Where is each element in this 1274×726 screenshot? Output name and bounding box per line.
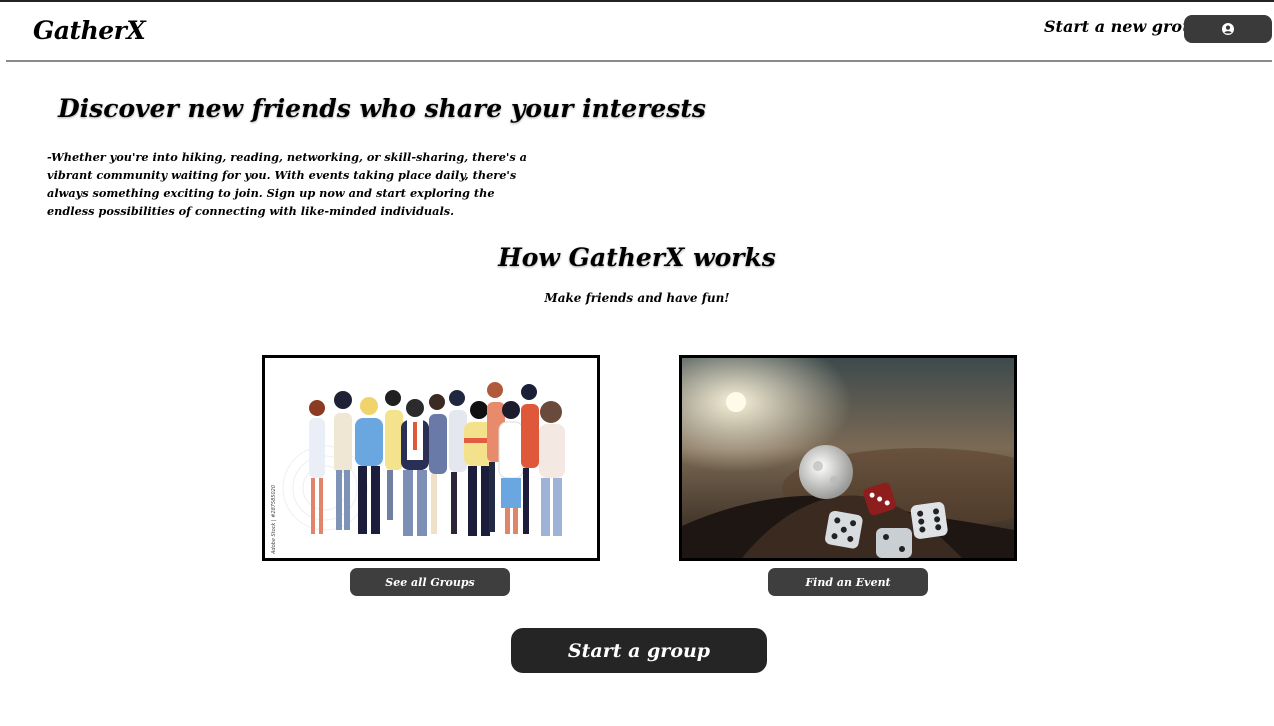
groups-image-watermark: Adobe Stock | #287585020: [271, 485, 277, 555]
events-image: [679, 355, 1017, 561]
start-a-group-button[interactable]: Start a group: [511, 628, 767, 673]
top-navbar: GatherX Start a new group: [0, 2, 1274, 60]
hero-description: -Whether you're into hiking, reading, ne…: [47, 150, 527, 218]
moon-and-dice-photo: [682, 358, 1014, 558]
header-divider: [6, 60, 1272, 62]
how-it-works-subtitle: Make friends and have fun!: [544, 291, 730, 305]
people-group-illustration: Adobe Stock | #287585020: [265, 358, 597, 558]
see-all-groups-button[interactable]: See all Groups: [350, 568, 510, 596]
start-new-group-link[interactable]: Start a new group: [1044, 17, 1205, 36]
profile-button[interactable]: [1184, 15, 1272, 43]
how-it-works-title: How GatherX works: [498, 243, 776, 272]
groups-image: Adobe Stock | #287585020: [262, 355, 600, 561]
hero-title: Discover new friends who share your inte…: [58, 94, 706, 123]
user-circle-icon: [1222, 23, 1234, 35]
brand-logo[interactable]: GatherX: [33, 16, 146, 45]
find-an-event-button[interactable]: Find an Event: [768, 568, 928, 596]
